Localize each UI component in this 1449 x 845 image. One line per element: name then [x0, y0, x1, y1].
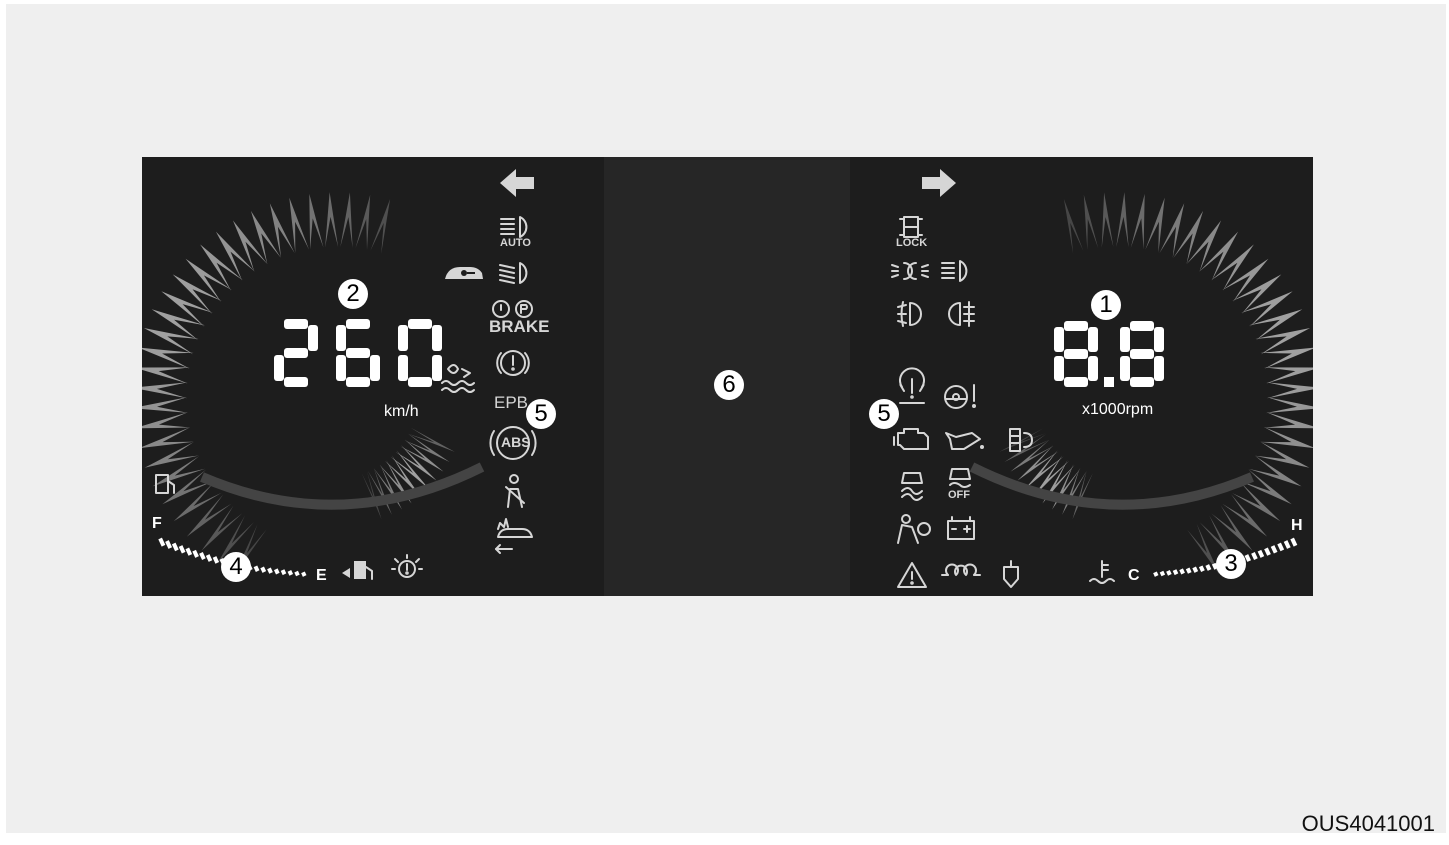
callout-fuel-gauge: 4 [221, 552, 251, 582]
callout-tachometer: 1 [1091, 290, 1121, 320]
front-fog-icon [897, 301, 922, 327]
tpms-icon [899, 367, 925, 404]
fuel-full-label: F [152, 515, 162, 532]
callout-warning-lights-left: 5 [526, 399, 556, 429]
glow-plug-icon [941, 563, 981, 576]
turn-right-arrow-icon [922, 169, 956, 197]
callout-warning-lights-right: 5 [869, 399, 899, 429]
figure-code: OUS4041001 [1301, 811, 1435, 836]
coolant-temp-icon [1089, 560, 1115, 584]
callout-speedometer: 2 [338, 279, 368, 309]
high-beam-icon [941, 260, 968, 282]
airbag-icon [897, 514, 931, 544]
abs-label: ABS [501, 434, 531, 450]
low-tire-icon [391, 554, 423, 578]
low-beam-icon [499, 262, 528, 284]
turn-left-arrow-icon [500, 169, 534, 197]
washer-fluid-icon [441, 364, 475, 393]
rear-fog-icon [948, 301, 975, 327]
epb-warning-icon [496, 350, 530, 376]
instrument-cluster: km/h x1000rpm AUTO BRAKE EPB ABS LOCK OF… [142, 157, 1313, 596]
seatbelt-icon [505, 474, 525, 508]
esc-off-icon [949, 468, 971, 488]
auto-label: AUTO [500, 237, 531, 249]
epb-label: EPB [494, 393, 529, 412]
temp-cold-label: C [1128, 567, 1140, 584]
auto-headlight-icon [500, 216, 528, 238]
charging-icon [947, 516, 975, 540]
lock-label: LOCK [896, 237, 928, 249]
forward-collision-icon [495, 518, 533, 554]
fuel-filter-icon [1003, 560, 1019, 588]
position-lamp-icon [891, 262, 929, 280]
brake-warning-icon [492, 300, 533, 318]
callout-lcd-display: 6 [714, 370, 744, 400]
fuel-door-icon [342, 561, 373, 580]
master-warning-icon [897, 562, 927, 588]
fuel-pump-icon [155, 474, 175, 494]
temp-hot-label: H [1291, 517, 1303, 534]
callout-temp-gauge: 3 [1216, 549, 1246, 579]
brake-label: BRAKE [489, 317, 550, 336]
oil-pressure-icon [945, 432, 984, 450]
steering-warning-icon [944, 384, 976, 409]
esc-off-label: OFF [948, 489, 970, 501]
check-engine-icon [893, 428, 929, 450]
fuel-empty-label: E [316, 567, 327, 584]
awd-lock-icon [899, 216, 923, 238]
esc-icon [901, 472, 923, 501]
emission-icon [1009, 428, 1033, 452]
immobilizer-icon [445, 267, 483, 279]
